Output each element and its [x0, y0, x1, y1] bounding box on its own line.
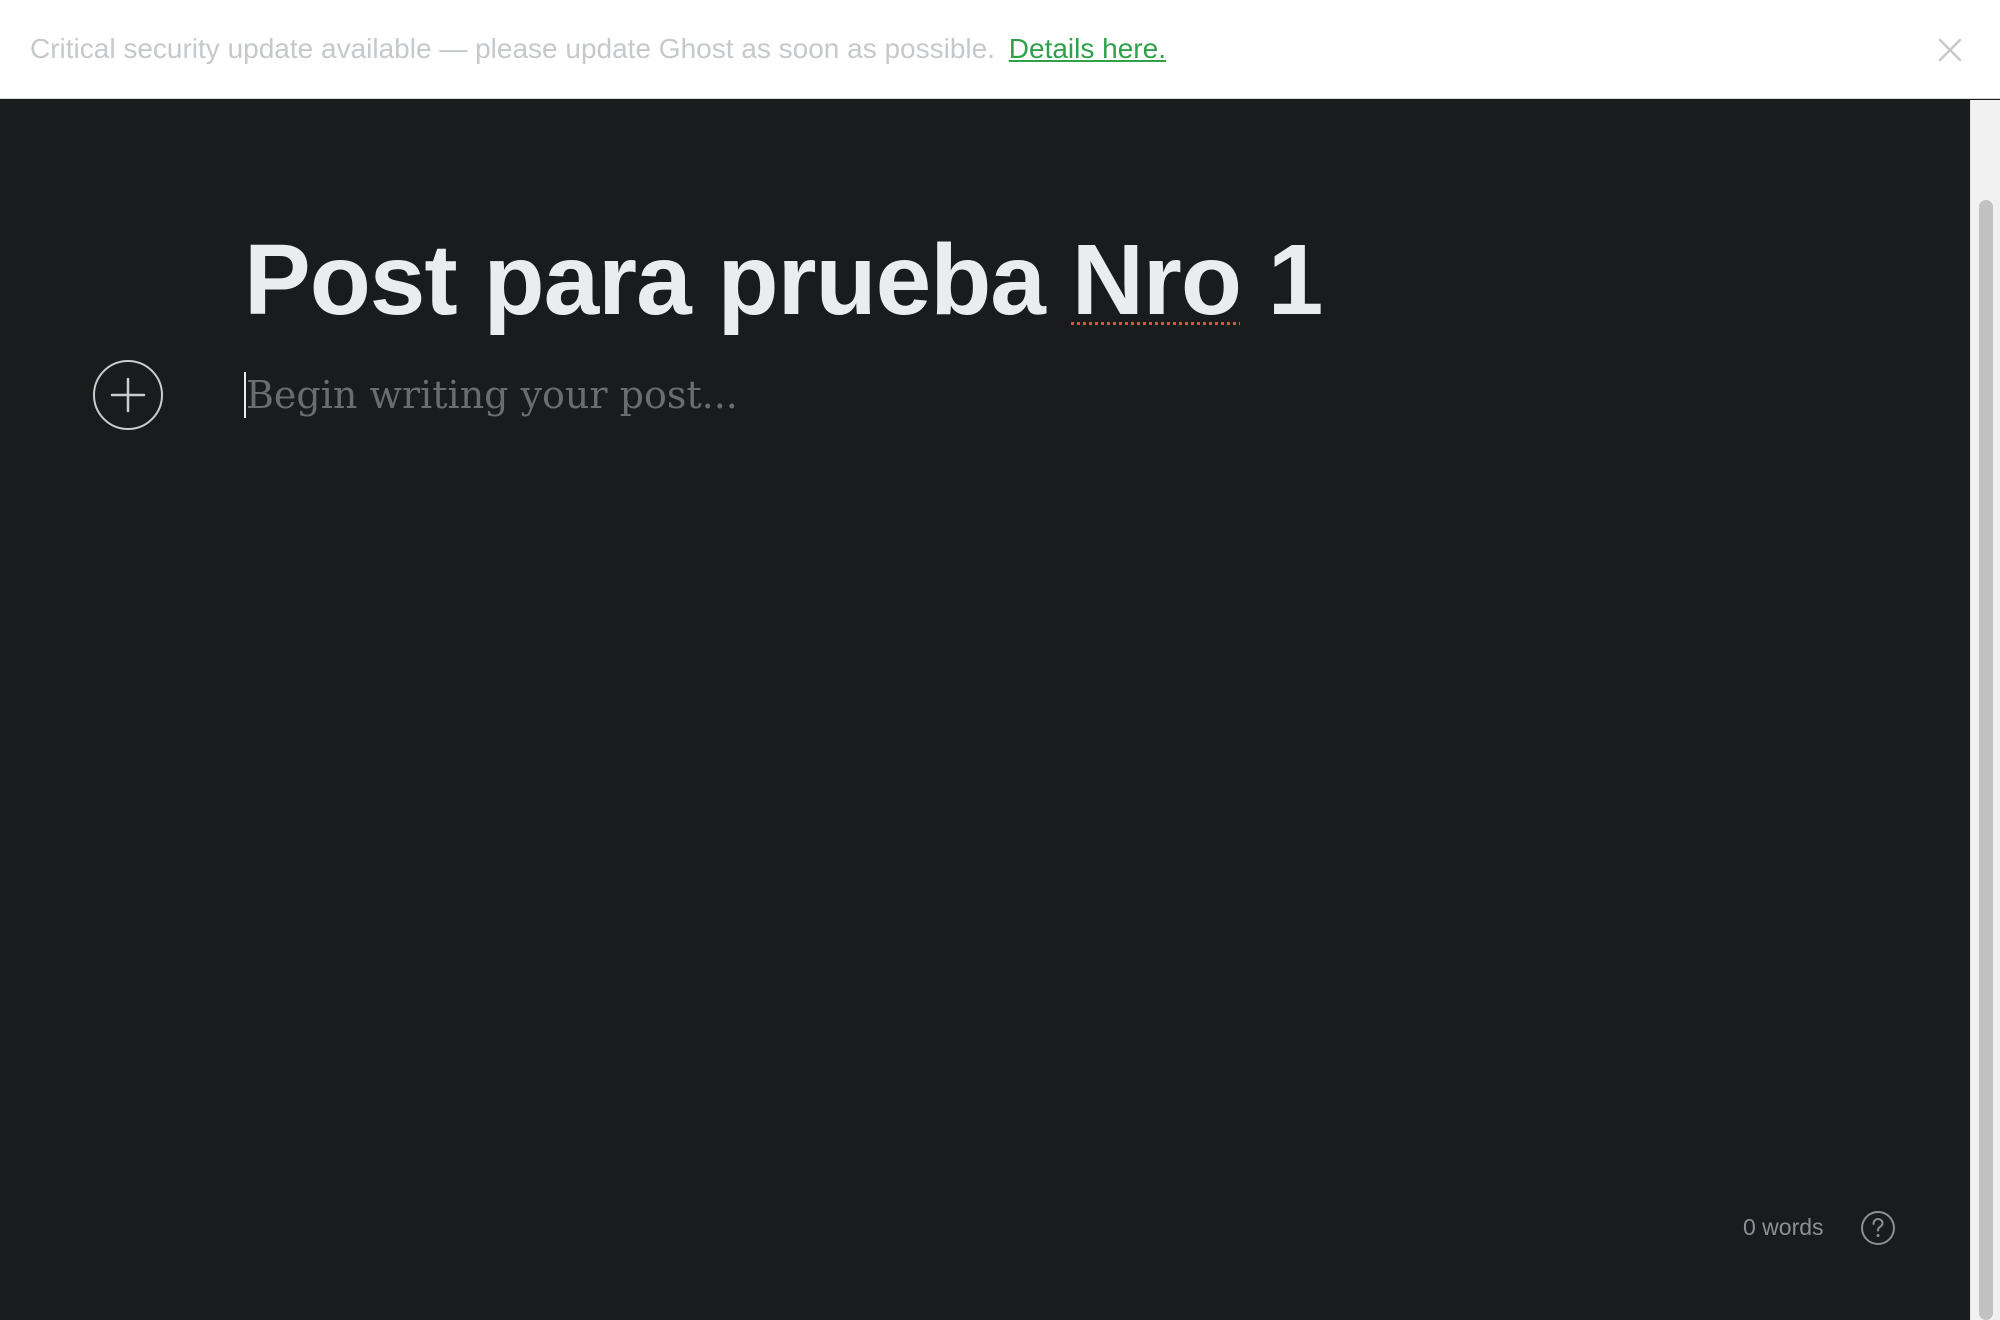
add-card-button[interactable] — [93, 360, 163, 430]
details-link[interactable]: Details here. — [1009, 33, 1166, 64]
close-icon[interactable] — [1930, 30, 1970, 70]
security-update-banner: Critical security update available — ple… — [0, 0, 2000, 99]
plus-icon — [110, 377, 146, 413]
scrollbar-thumb[interactable] — [1979, 200, 1993, 1320]
title-text-start: Post para prueba — [244, 224, 1072, 336]
banner-message-line: Critical security update available — ple… — [30, 32, 1166, 66]
banner-message: Critical security update available — ple… — [30, 33, 995, 64]
title-text-end: 1 — [1240, 224, 1324, 336]
body-placeholder: Begin writing your post... — [246, 373, 738, 417]
title-misspelled-word: Nro — [1071, 224, 1242, 336]
post-title[interactable]: Post para prueba Nro 1 — [244, 222, 1324, 338]
question-mark-icon[interactable] — [1860, 1210, 1896, 1246]
scrollbar[interactable] — [1970, 100, 2000, 1320]
word-count: 0 words — [1743, 1214, 1824, 1240]
